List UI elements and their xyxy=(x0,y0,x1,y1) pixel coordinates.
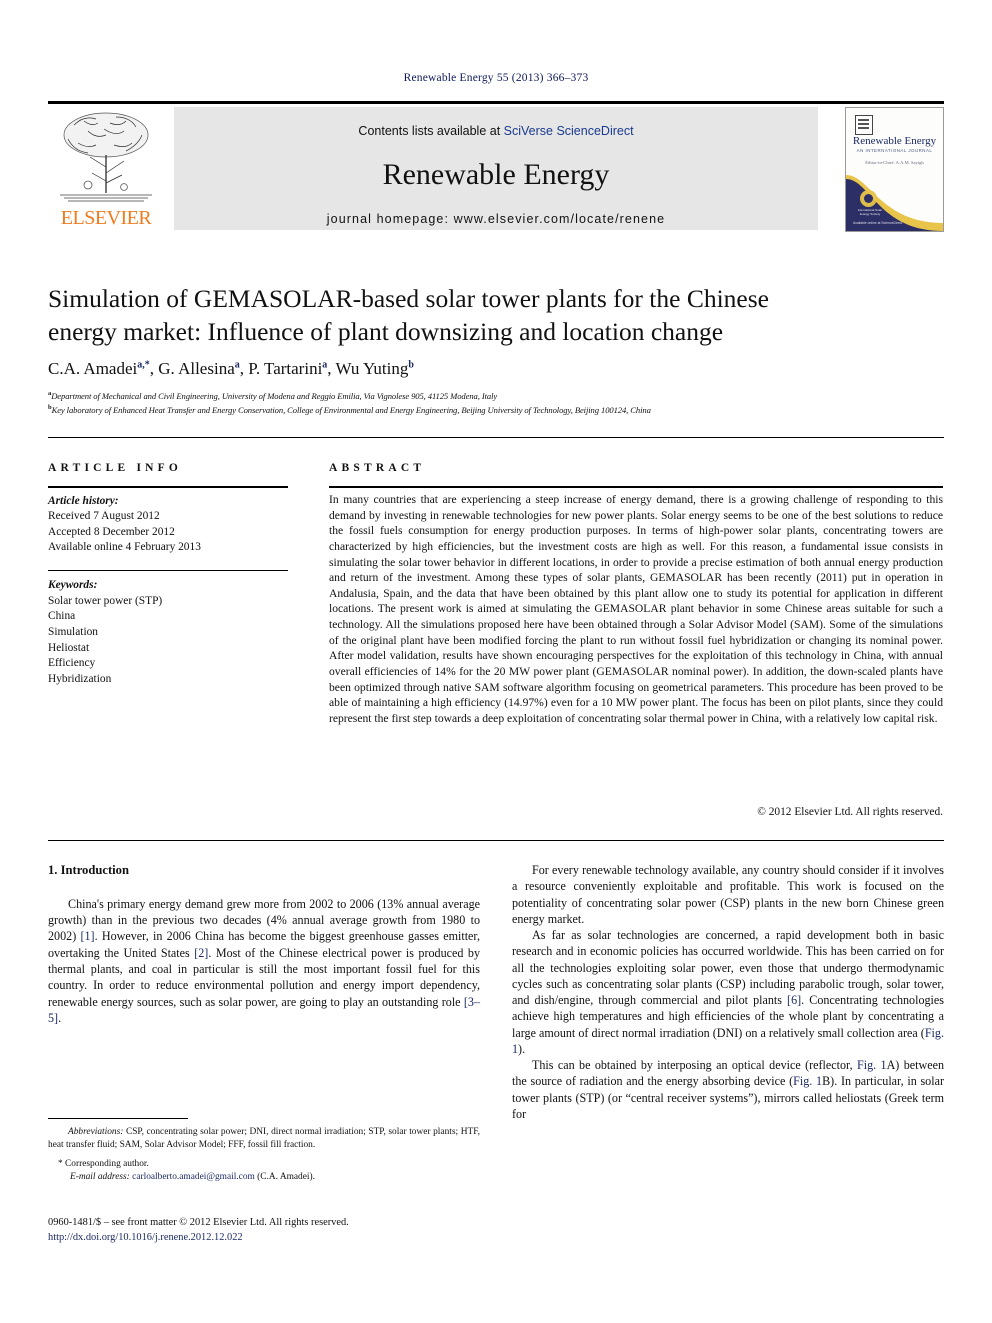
author-name-0: C.A. Amadei xyxy=(48,359,138,378)
cover-society-badge-core xyxy=(864,194,873,203)
abbreviations-label: Abbreviations: xyxy=(68,1127,124,1137)
keywords-label: Keywords: xyxy=(48,579,98,591)
figure-ref-1a[interactable]: Fig. 1 xyxy=(857,1058,887,1072)
email-owner: (C.A. Amadei). xyxy=(254,1172,315,1183)
author-mark-1: a xyxy=(234,359,240,371)
journal-cover-thumbnail: Renewable Energy AN INTERNATIONAL JOURNA… xyxy=(845,107,944,232)
author-mark-2: a xyxy=(322,359,328,371)
citation-ref-1[interactable]: [1] xyxy=(80,929,94,943)
abstract-rule xyxy=(329,486,943,488)
article-page: Renewable Energy 55 (2013) 366–373 ELSEV… xyxy=(0,0,992,1323)
author-name-2: P. Tartarini xyxy=(248,359,323,378)
right3-text-a: This can be obtained by interposing an o… xyxy=(532,1058,857,1073)
email-link[interactable]: carloalberto.amadei@gmail.com xyxy=(132,1172,255,1182)
figure-ref-1b[interactable]: Fig. 1 xyxy=(793,1074,822,1088)
body-column-left: 1. Introduction China's primary energy d… xyxy=(48,862,480,1026)
article-history-received: Received 7 August 2012 xyxy=(48,510,160,523)
article-info-heading: ARTICLE INFO xyxy=(48,462,183,474)
running-head: Renewable Energy 55 (2013) 366–373 xyxy=(403,72,589,84)
journal-header-center: Contents lists available at SciVerse Sci… xyxy=(174,107,818,230)
email-label: E-mail address: xyxy=(70,1172,130,1183)
author-mark-0: a,* xyxy=(137,359,150,371)
elsevier-wordmark: ELSEVIER xyxy=(60,207,152,229)
paragraph-right-3: This can be obtained by interposing an o… xyxy=(512,1057,944,1122)
article-info-rule xyxy=(48,486,288,488)
cover-editors: Editor-in-Chief: A.A.M. Sayigh xyxy=(865,160,924,165)
footnote-rule xyxy=(48,1118,188,1119)
keyword-item: Efficiency xyxy=(48,657,96,670)
abstract-copyright: © 2012 Elsevier Ltd. All rights reserved… xyxy=(757,806,943,818)
cover-badge-caption: International Solar Energy Society xyxy=(857,208,883,216)
author-list: C.A. Amadeia,*, G. Allesinaa, P. Tartari… xyxy=(48,359,414,378)
keyword-item: Heliostat xyxy=(48,641,90,654)
keyword-item: Solar tower power (STP) xyxy=(48,594,163,607)
abstract-heading: ABSTRACT xyxy=(329,462,426,474)
keywords-rule xyxy=(48,570,288,571)
citation-ref-2[interactable]: [2] xyxy=(194,946,208,960)
keywords-block: Keywords: Solar tower power (STP) China … xyxy=(48,578,288,687)
author-name-3: Wu Yuting xyxy=(335,359,409,378)
sciencedirect-link[interactable]: SciVerse ScienceDirect xyxy=(504,124,634,138)
cover-title: Renewable Energy xyxy=(852,135,937,147)
author-name-1: G. Allesina xyxy=(158,359,235,378)
imprint-line: 0960-1481/$ – see front matter © 2012 El… xyxy=(48,1217,349,1228)
cover-elsevier-mark-icon xyxy=(855,115,873,135)
footnote-email-line: E-mail address: carloalberto.amadei@gmai… xyxy=(48,1171,480,1184)
author-mark-3: b xyxy=(408,359,414,371)
page-title: Simulation of GEMASOLAR-based solar towe… xyxy=(48,284,769,346)
elsevier-logo: ELSEVIER xyxy=(48,107,164,230)
contents-prefix: Contents lists available at xyxy=(358,124,504,138)
paragraph-right-1: For every renewable technology available… xyxy=(512,863,944,926)
citation-ref-6[interactable]: [6] xyxy=(787,993,801,1007)
footnote-corresponding-author: * Corresponding author. xyxy=(58,1158,149,1169)
journal-header-band: ELSEVIER Contents lists available at Sci… xyxy=(48,107,944,232)
imprint-block: 0960-1481/$ – see front matter © 2012 El… xyxy=(48,1216,480,1246)
footnote-block: Abbreviations: CSP, concentrating solar … xyxy=(48,1126,480,1184)
affiliation-b: bKey laboratory of Enhanced Heat Transfe… xyxy=(48,404,938,415)
header-top-rule xyxy=(48,101,944,104)
affiliation-text-b: Key laboratory of Enhanced Heat Transfer… xyxy=(51,404,651,415)
body-column-right: For every renewable technology available… xyxy=(512,862,944,1122)
elsevier-tree-icon xyxy=(60,112,152,202)
cover-society-badge-icon xyxy=(860,190,877,207)
article-history-online: Available online 4 February 2013 xyxy=(48,541,201,554)
paragraph-intro-1: China's primary energy demand grew more … xyxy=(48,896,480,1026)
journal-homepage-link[interactable]: journal homepage: www.elsevier.com/locat… xyxy=(174,212,818,226)
cover-subtitle: AN INTERNATIONAL JOURNAL xyxy=(856,148,933,153)
keyword-item: China xyxy=(48,610,76,623)
article-history: Article history: Received 7 August 2012 … xyxy=(48,494,288,556)
contents-list-line: Contents lists available at SciVerse Sci… xyxy=(174,124,818,138)
doi-link[interactable]: http://dx.doi.org/10.1016/j.renene.2012.… xyxy=(48,1231,480,1246)
affiliation-text-a: Department of Mechanical and Civil Engin… xyxy=(51,390,498,401)
body-top-rule xyxy=(48,840,944,841)
abstract-text: In many countries that are experiencing … xyxy=(329,493,943,725)
author-block-rule xyxy=(48,437,944,438)
keyword-item: Hybridization xyxy=(48,672,112,685)
section-heading-introduction: 1. Introduction xyxy=(48,863,129,877)
intro-text-d: . xyxy=(58,1010,62,1025)
paragraph-right-2: As far as solar technologies are concern… xyxy=(512,927,944,1057)
keyword-item: Simulation xyxy=(48,625,98,638)
journal-title: Renewable Energy xyxy=(382,158,610,191)
footnote-abbreviations: Abbreviations: CSP, concentrating solar … xyxy=(48,1126,480,1153)
article-history-accepted: Accepted 8 December 2012 xyxy=(48,525,175,538)
article-history-label: Article history: xyxy=(48,495,119,507)
cover-bottom-line: Available online at ScienceDirect xyxy=(853,220,903,225)
right2-text-c: ). xyxy=(518,1041,526,1056)
affiliation-a: aDepartment of Mechanical and Civil Engi… xyxy=(48,390,938,401)
